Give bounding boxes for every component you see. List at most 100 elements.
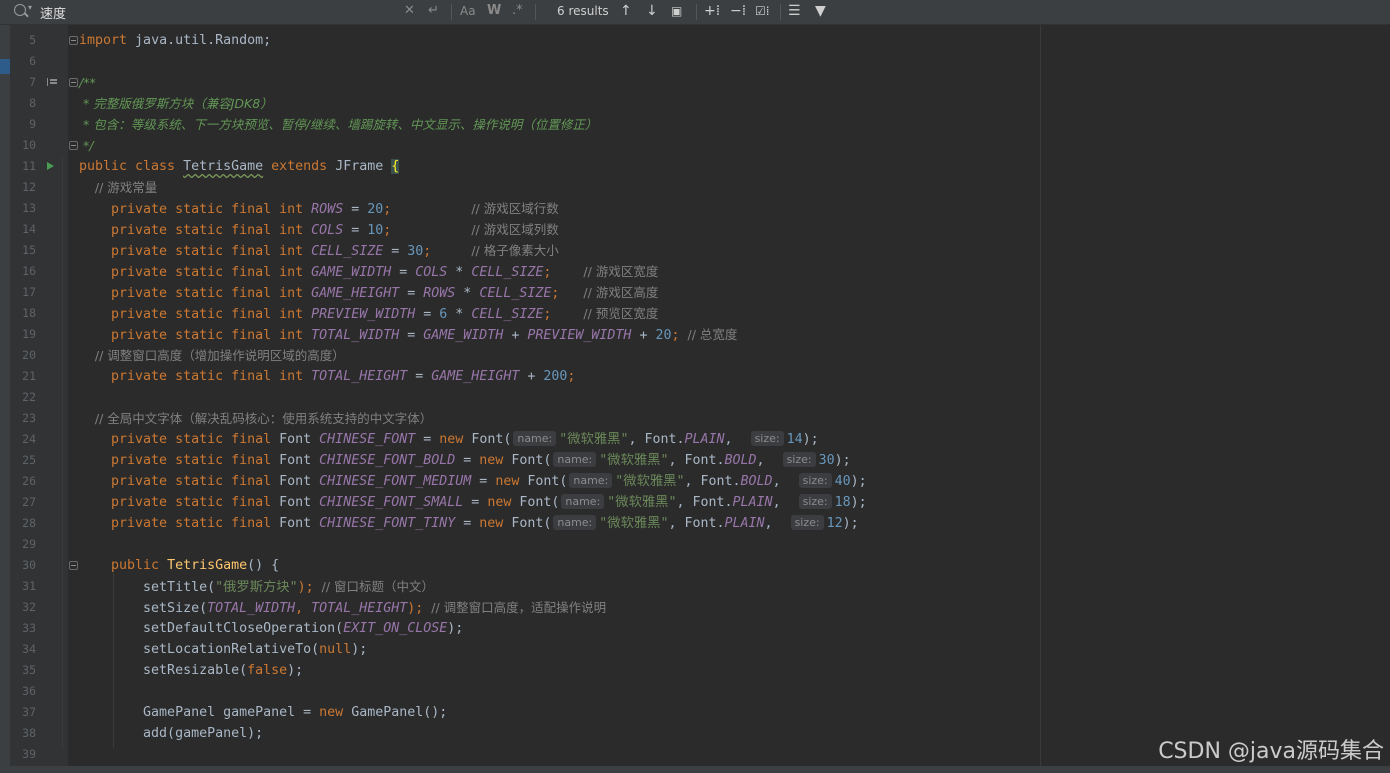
- selection-marker: [0, 59, 10, 74]
- line-number: 15: [22, 243, 36, 257]
- code-line: setLocationRelativeTo(null);: [79, 642, 368, 657]
- line-number: 5: [29, 33, 36, 47]
- parameter-hint: name:: [513, 431, 557, 446]
- line-number: 12: [22, 180, 36, 194]
- code-line: setResizable(false);: [79, 663, 304, 678]
- watermark: CSDN @java源码集合: [1158, 739, 1384, 764]
- code-line: private static final int GAME_WIDTH = CO…: [79, 264, 659, 280]
- line-number: 16: [22, 264, 36, 278]
- line-number: 36: [22, 684, 36, 698]
- code-line: public TetrisGame() {: [79, 558, 280, 573]
- line-number: 30: [22, 558, 36, 572]
- separator: [696, 4, 697, 20]
- line-number: 39: [22, 747, 36, 761]
- filter-options-icon[interactable]: ☰: [788, 2, 801, 20]
- code-line: */: [79, 138, 94, 153]
- whole-words-icon[interactable]: W: [487, 3, 501, 19]
- regex-icon[interactable]: .*: [512, 3, 523, 19]
- horizontal-scrollbar[interactable]: [0, 766, 1390, 773]
- parameter-hint: name:: [553, 452, 597, 467]
- parameter-hint: size:: [750, 431, 784, 446]
- code-line: private static final int TOTAL_WIDTH = G…: [79, 327, 738, 343]
- code-line: private static final Font CHINESE_FONT_B…: [79, 452, 851, 468]
- separator: [451, 4, 452, 20]
- code-line: private static final int ROWS = 20; // 游…: [79, 201, 559, 217]
- code-line: // 调整窗口高度（增加操作说明区域的高度）: [79, 348, 345, 363]
- code-line: add(gamePanel);: [79, 726, 264, 741]
- line-number: 14: [22, 222, 36, 236]
- code-line: import java.util.Random;: [79, 33, 272, 48]
- code-line: private static final Font CHINESE_FONT_M…: [79, 473, 867, 489]
- match-case-icon[interactable]: Aa: [460, 3, 476, 19]
- filter-icon[interactable]: ▼: [815, 2, 826, 20]
- line-number: 27: [22, 495, 36, 509]
- line-number: 19: [22, 327, 36, 341]
- line-number: 37: [22, 705, 36, 719]
- line-number: 23: [22, 411, 36, 425]
- run-icon[interactable]: [47, 162, 54, 170]
- line-number: 26: [22, 474, 36, 488]
- code-line: public class TetrisGame extends JFrame {: [79, 159, 400, 174]
- line-number: 20: [22, 348, 36, 362]
- clear-search-icon[interactable]: ✕: [404, 3, 415, 19]
- separator: [535, 4, 536, 20]
- remove-occurrence-icon[interactable]: −⁞: [730, 2, 746, 20]
- fold-icon[interactable]: [69, 78, 78, 87]
- code-line: // 游戏常量: [79, 180, 158, 195]
- search-icon[interactable]: [14, 4, 26, 16]
- code-line: private static final int COLS = 10; // 游…: [79, 222, 559, 238]
- line-number: 7: [29, 75, 36, 89]
- line-number: 21: [22, 369, 36, 383]
- fold-icon[interactable]: [69, 561, 78, 570]
- code-line: * 完整版俄罗斯方块（兼容JDK8）: [79, 96, 273, 111]
- add-occurrence-icon[interactable]: +⁞: [704, 2, 720, 20]
- search-results-count: 6 results: [557, 4, 609, 18]
- code-line: // 全局中文字体（解决乱码核心：使用系统支持的中文字体）: [79, 411, 433, 426]
- tool-window-strip: [0, 25, 10, 773]
- line-number: 18: [22, 306, 36, 320]
- line-number: 28: [22, 516, 36, 530]
- line-number: 6: [29, 54, 36, 68]
- line-number: 8: [29, 96, 36, 110]
- parameter-hint: name:: [553, 515, 597, 530]
- search-input[interactable]: 速度: [40, 3, 66, 22]
- line-number: 17: [22, 285, 36, 299]
- code-line: GamePanel gamePanel = new GamePanel();: [79, 705, 448, 720]
- line-number: 22: [22, 390, 36, 404]
- line-number: 35: [22, 663, 36, 677]
- line-number: 13: [22, 201, 36, 215]
- find-bar: ▾ 速度 ✕ ↵ Aa W .* 6 results ↑ ↓ ▣ +⁞ −⁞ ☑…: [0, 0, 1390, 25]
- search-history-dropdown-icon[interactable]: ▾: [28, 3, 32, 12]
- line-number: 9: [29, 117, 36, 131]
- line-number: 25: [22, 453, 36, 467]
- render-doc-icon[interactable]: [47, 78, 57, 86]
- line-number: 34: [22, 642, 36, 656]
- line-number: 10: [22, 138, 36, 152]
- code-line: private static final Font CHINESE_FONT_S…: [79, 494, 867, 510]
- separator: [780, 4, 781, 20]
- select-all-occurrences-icon[interactable]: ☑⁞: [755, 2, 770, 20]
- new-line-icon[interactable]: ↵: [428, 3, 439, 19]
- next-occurrence-icon[interactable]: ↓: [646, 2, 658, 20]
- right-margin-guide: [1040, 25, 1041, 773]
- code-line: private static final int CELL_SIZE = 30;…: [79, 243, 559, 259]
- indent-guide: [62, 157, 63, 748]
- code-line: private static final int TOTAL_HEIGHT = …: [79, 369, 576, 384]
- line-number: 32: [22, 600, 36, 614]
- fold-icon[interactable]: [69, 141, 78, 150]
- code-line: private static final Font CHINESE_FONT_T…: [79, 515, 859, 531]
- open-in-window-icon[interactable]: ▣: [671, 2, 682, 20]
- line-number: 31: [22, 579, 36, 593]
- code-line: setTitle("俄罗斯方块"); // 窗口标题（中文）: [79, 579, 435, 595]
- parameter-hint: size:: [798, 494, 832, 509]
- previous-occurrence-icon[interactable]: ↑: [620, 2, 632, 20]
- code-line: /**: [79, 75, 96, 90]
- line-number: 11: [22, 159, 36, 173]
- line-number: 38: [22, 726, 36, 740]
- parameter-hint: size:: [798, 473, 832, 488]
- code-line: private static final Font CHINESE_FONT =…: [79, 431, 819, 447]
- fold-icon[interactable]: [69, 36, 78, 45]
- line-number: 29: [22, 537, 36, 551]
- code-line: * 包含：等级系统、下一方块预览、暂停/继续、墙踢旋转、中文显示、操作说明（位置…: [79, 117, 598, 132]
- code-line: setDefaultCloseOperation(EXIT_ON_CLOSE);: [79, 621, 464, 636]
